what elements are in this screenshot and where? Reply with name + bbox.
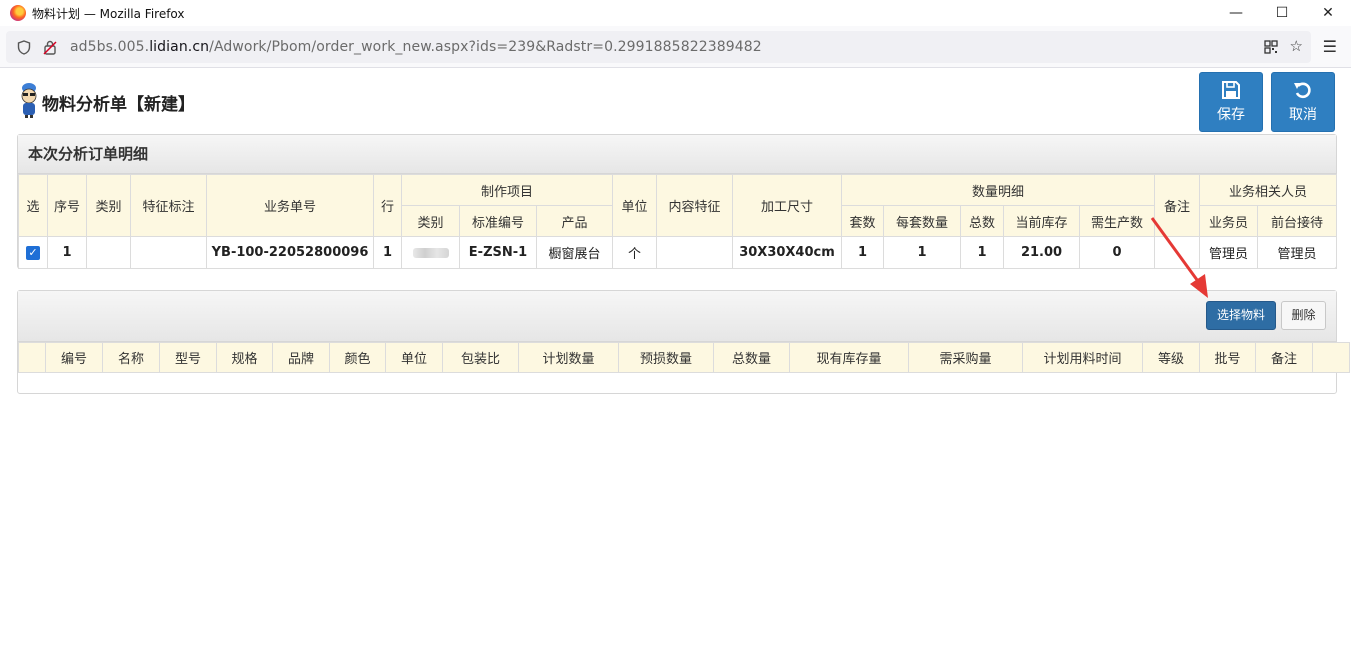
col-reception: 前台接待 bbox=[1257, 205, 1338, 237]
cancel-button-label: 取消 bbox=[1289, 107, 1317, 123]
cell-feature-mark bbox=[130, 236, 207, 269]
col-mat-batch: 批号 bbox=[1199, 342, 1256, 373]
insecure-lock-icon[interactable] bbox=[42, 39, 58, 55]
cancel-button[interactable]: 取消 bbox=[1271, 72, 1335, 132]
col-p-category: 类别 bbox=[401, 205, 460, 237]
cell-size: 30X30X40cm bbox=[732, 236, 842, 269]
window-title: 物料计划 — Mozilla Firefox bbox=[32, 6, 185, 21]
col-size: 加工尺寸 bbox=[732, 174, 842, 237]
floppy-disk-icon bbox=[1222, 81, 1240, 99]
col-mat-plan-qty: 计划数量 bbox=[518, 342, 619, 373]
col-unit: 单位 bbox=[612, 174, 657, 237]
col-blank bbox=[18, 342, 46, 373]
col-q-stock: 当前库存 bbox=[1003, 205, 1080, 237]
table-row: ✓ 1 YB-100-22052800096 1 E-ZSN-1 橱窗展台 个 … bbox=[18, 236, 1338, 269]
maximize-button[interactable]: ☐ bbox=[1259, 0, 1305, 26]
url-text[interactable]: ad5bs.005.lidian.cn/Adwork/Pbom/order_wo… bbox=[70, 39, 762, 55]
cell-p-std-no: E-ZSN-1 bbox=[459, 236, 537, 269]
undo-icon bbox=[1294, 82, 1311, 99]
group-quantity: 数量明细 bbox=[840, 174, 1156, 206]
url-bar[interactable]: ad5bs.005.lidian.cn/Adwork/Pbom/order_wo… bbox=[6, 31, 1311, 63]
save-button-label: 保存 bbox=[1217, 107, 1245, 123]
minimize-button[interactable]: — bbox=[1213, 0, 1259, 26]
window-titlebar: 物料计划 — Mozilla Firefox — ☐ ✕ bbox=[0, 0, 1351, 26]
order-detail-panel: 本次分析订单明细 选 序号 类别 特征标注 业务单号 行 制作项目 单位 内容特… bbox=[17, 134, 1338, 269]
col-mat-no: 编号 bbox=[45, 342, 103, 373]
col-mat-remark: 备注 bbox=[1255, 342, 1313, 373]
group-production: 制作项目 bbox=[401, 174, 613, 206]
cell-content-feature bbox=[656, 236, 733, 269]
delete-button[interactable]: 删除 bbox=[1281, 301, 1326, 330]
browser-navbar: ad5bs.005.lidian.cn/Adwork/Pbom/order_wo… bbox=[0, 26, 1351, 68]
cell-q-per-set: 1 bbox=[883, 236, 961, 269]
order-panel-title: 本次分析订单明细 bbox=[18, 135, 1336, 174]
cell-salesperson: 管理员 bbox=[1199, 236, 1259, 269]
cell-order-no: YB-100-22052800096 bbox=[206, 236, 374, 269]
menu-icon[interactable]: ☰ bbox=[1323, 37, 1337, 56]
select-material-button[interactable]: 选择物料 bbox=[1206, 301, 1276, 330]
col-seq: 序号 bbox=[47, 174, 87, 237]
col-q-need: 需生产数 bbox=[1078, 205, 1156, 237]
col-mat-brand: 品牌 bbox=[272, 342, 330, 373]
save-button[interactable]: 保存 bbox=[1199, 72, 1263, 132]
cell-p-category bbox=[401, 236, 460, 269]
mascot-logo-icon bbox=[21, 83, 37, 118]
material-panel: 选择物料 删除 编号 名称 型号 规格 品牌 颜色 单位 包装比 计划数量 预损… bbox=[17, 290, 1350, 394]
col-content-feature: 内容特征 bbox=[656, 174, 733, 237]
col-mat-color: 颜色 bbox=[329, 342, 386, 373]
col-q-total: 总数 bbox=[960, 205, 1004, 237]
row-checkbox[interactable]: ✓ bbox=[26, 246, 40, 260]
col-p-std-no: 标准编号 bbox=[459, 205, 537, 237]
redacted-text bbox=[412, 247, 449, 258]
col-order-no: 业务单号 bbox=[206, 174, 374, 237]
row-checkbox-cell[interactable]: ✓ bbox=[18, 236, 48, 269]
col-mat-grade: 等级 bbox=[1142, 342, 1200, 373]
cell-q-need: 0 bbox=[1078, 236, 1156, 269]
shield-icon[interactable] bbox=[16, 39, 32, 55]
col-mat-name: 名称 bbox=[102, 342, 160, 373]
col-mat-loss-qty: 预损数量 bbox=[618, 342, 714, 373]
qr-code-icon[interactable] bbox=[1263, 37, 1278, 58]
cell-row: 1 bbox=[373, 236, 402, 269]
col-mat-unit: 单位 bbox=[385, 342, 443, 373]
col-mat-spec: 规格 bbox=[216, 342, 273, 373]
col-select: 选 bbox=[18, 174, 48, 237]
cell-q-sets: 1 bbox=[841, 236, 884, 269]
material-table: 编号 名称 型号 规格 品牌 颜色 单位 包装比 计划数量 预损数量 总数量 现… bbox=[18, 342, 1350, 393]
col-row: 行 bbox=[373, 174, 402, 237]
col-feature-mark: 特征标注 bbox=[130, 174, 207, 237]
col-salesperson: 业务员 bbox=[1199, 205, 1259, 237]
col-category: 类别 bbox=[86, 174, 131, 237]
material-toolbar: 选择物料 删除 bbox=[18, 291, 1336, 342]
bookmark-star-icon[interactable]: ☆ bbox=[1290, 37, 1303, 58]
col-remark: 备注 bbox=[1154, 174, 1201, 237]
col-q-per-set: 每套数量 bbox=[883, 205, 961, 237]
col-mat-purchase-qty: 需采购量 bbox=[908, 342, 1023, 373]
col-tail bbox=[1312, 342, 1350, 373]
col-mat-plan-time: 计划用料时间 bbox=[1022, 342, 1143, 373]
cell-seq: 1 bbox=[47, 236, 87, 269]
col-p-product: 产品 bbox=[536, 205, 613, 237]
col-q-sets: 套数 bbox=[841, 205, 884, 237]
cell-q-total: 1 bbox=[960, 236, 1004, 269]
cell-unit: 个 bbox=[612, 236, 657, 269]
col-mat-total-qty: 总数量 bbox=[713, 342, 790, 373]
cell-remark bbox=[1154, 236, 1201, 269]
firefox-logo-icon bbox=[10, 5, 26, 21]
close-button[interactable]: ✕ bbox=[1305, 0, 1351, 26]
group-people: 业务相关人员 bbox=[1199, 174, 1338, 206]
col-mat-model: 型号 bbox=[159, 342, 217, 373]
cell-reception: 管理员 bbox=[1257, 236, 1338, 269]
cell-category bbox=[86, 236, 131, 269]
page-title: 物料分析单【新建】 bbox=[42, 95, 195, 115]
col-mat-stock-qty: 现有库存量 bbox=[789, 342, 909, 373]
cell-p-product: 橱窗展台 bbox=[536, 236, 613, 269]
cell-q-stock: 21.00 bbox=[1003, 236, 1080, 269]
empty-row bbox=[19, 373, 1350, 393]
col-mat-pack-ratio: 包装比 bbox=[442, 342, 519, 373]
order-table: 选 序号 类别 特征标注 业务单号 行 制作项目 单位 内容特征 加工尺寸 数量… bbox=[18, 174, 1338, 269]
